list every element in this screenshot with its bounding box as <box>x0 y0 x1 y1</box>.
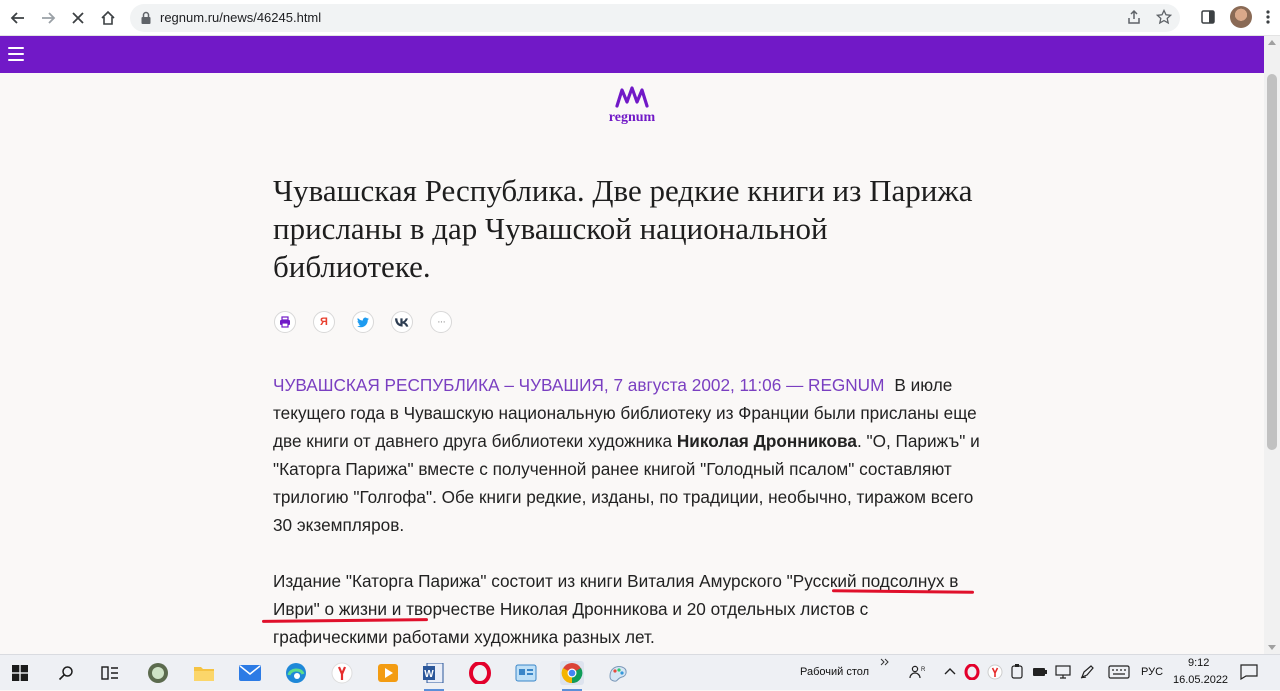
logo-text: regnum <box>608 110 656 125</box>
taskbar-media-player[interactable] <box>376 661 400 685</box>
app-circle-icon <box>148 663 168 683</box>
paragraph-2: Издание "Каторга Парижа" состоит из книг… <box>273 567 983 651</box>
task-view-icon <box>101 666 118 680</box>
site-logo[interactable]: regnum <box>594 86 670 126</box>
task-view-button[interactable] <box>98 661 122 685</box>
yandex-browser-icon <box>331 662 353 684</box>
paint-icon <box>609 666 627 682</box>
taskbar-control-panel[interactable] <box>514 661 538 685</box>
search-icon <box>58 666 73 681</box>
twitter-icon <box>357 317 369 327</box>
scrollbar-thumb[interactable] <box>1267 74 1277 450</box>
mail-icon <box>239 665 261 681</box>
article-headline: Чувашская Республика. Две редкие книги и… <box>273 173 973 284</box>
home-icon <box>101 10 115 25</box>
article-body: ЧУВАШСКАЯ РЕСПУБЛИКА – ЧУВАШИЯ, 7 август… <box>273 371 983 679</box>
lock-icon[interactable] <box>140 11 152 25</box>
windows-logo-icon <box>12 665 28 681</box>
control-panel-icon <box>515 664 537 682</box>
yandex-tray-icon[interactable] <box>987 664 1003 680</box>
svg-text:W: W <box>424 669 434 680</box>
opera-tray-icon[interactable] <box>964 664 980 680</box>
clock-time[interactable]: 9:12 <box>1188 657 1209 669</box>
folder-icon <box>194 667 214 681</box>
taskbar-paint[interactable] <box>606 661 630 685</box>
yandex-icon: Я <box>320 316 328 328</box>
taskbar-chrome[interactable] <box>560 661 584 691</box>
menu-kebab-icon[interactable] <box>1266 9 1270 25</box>
artist-name: Николая Дронникова <box>676 431 857 451</box>
yandex-share-button[interactable]: Я <box>313 311 335 333</box>
taskbar-file-explorer[interactable] <box>192 661 216 685</box>
input-language[interactable]: РУС <box>1141 666 1163 678</box>
article-dateline: ЧУВАШСКАЯ РЕСПУБЛИКА – ЧУВАШИЯ, 7 август… <box>273 375 885 395</box>
more-icon: ··· <box>437 316 446 328</box>
paragraph-1: ЧУВАШСКАЯ РЕСПУБЛИКА – ЧУВАШИЯ, 7 август… <box>273 371 983 539</box>
desktop-toolbar-label[interactable]: Рабочий стол <box>800 666 869 678</box>
pen-icon[interactable] <box>1079 664 1095 680</box>
site-header <box>0 36 1264 73</box>
battery-plug-icon[interactable] <box>1032 665 1048 679</box>
home-button[interactable] <box>96 6 120 30</box>
hamburger-menu-icon[interactable] <box>8 47 24 61</box>
start-button[interactable] <box>8 661 32 685</box>
star-icon[interactable] <box>1156 9 1172 25</box>
windows-taskbar: W Рабочий стол R РУС 9:12 16.05.2022 <box>0 654 1280 691</box>
chevron-up-icon[interactable] <box>944 667 956 675</box>
usb-device-icon[interactable] <box>1010 664 1024 680</box>
arrow-left-icon <box>10 12 24 24</box>
word-icon: W <box>423 663 444 683</box>
media-player-icon <box>378 664 398 682</box>
taskbar-word[interactable]: W <box>422 661 446 691</box>
chevron-double-right-icon[interactable] <box>880 657 890 667</box>
chrome-icon <box>561 663 583 684</box>
browser-toolbar: regnum.ru/news/46245.html <box>0 0 1280 36</box>
edge-browser-icon <box>286 663 306 683</box>
close-icon <box>72 12 84 24</box>
keyboard-icon[interactable] <box>1108 665 1130 679</box>
taskbar-app-circle[interactable] <box>146 661 170 685</box>
p2-text-a: Издание "Каторга Парижа" состоит из книг… <box>273 571 787 591</box>
taskbar-yandex-browser[interactable] <box>330 661 354 685</box>
taskbar-opera[interactable] <box>468 661 492 685</box>
taskbar-mail[interactable] <box>238 661 262 685</box>
taskbar-edge[interactable] <box>284 661 308 685</box>
opera-icon <box>469 662 491 684</box>
clock-date[interactable]: 16.05.2022 <box>1173 674 1228 686</box>
print-icon <box>280 316 290 328</box>
vk-share-button[interactable] <box>391 311 413 333</box>
scroll-up-icon[interactable] <box>1268 40 1276 45</box>
svg-text:R: R <box>921 667 925 673</box>
share-icon[interactable] <box>1126 9 1142 25</box>
url-text[interactable]: regnum.ru/news/46245.html <box>160 10 321 25</box>
print-button[interactable] <box>274 311 296 333</box>
more-share-button[interactable]: ··· <box>430 311 452 333</box>
vertical-scrollbar[interactable] <box>1264 36 1280 654</box>
scroll-down-icon[interactable] <box>1268 645 1276 650</box>
twitter-share-button[interactable] <box>352 311 374 333</box>
arrow-right-icon <box>42 12 56 24</box>
network-icon[interactable] <box>1055 664 1071 680</box>
profile-avatar[interactable] <box>1230 6 1252 28</box>
back-button[interactable] <box>6 6 30 30</box>
side-panel-icon[interactable] <box>1200 9 1216 25</box>
people-icon[interactable]: R <box>909 664 925 680</box>
forward-button[interactable] <box>36 6 60 30</box>
p2-text-b: о жизни и творчестве Николая Дронникова … <box>273 599 869 647</box>
search-button[interactable] <box>54 661 78 685</box>
vk-icon <box>395 317 409 327</box>
address-bar[interactable]: regnum.ru/news/46245.html <box>130 4 1180 32</box>
stop-loading-button[interactable] <box>66 6 90 30</box>
share-bar: Я ··· <box>274 311 452 333</box>
regnum-logo-icon <box>615 86 649 108</box>
notifications-icon[interactable] <box>1240 664 1258 680</box>
